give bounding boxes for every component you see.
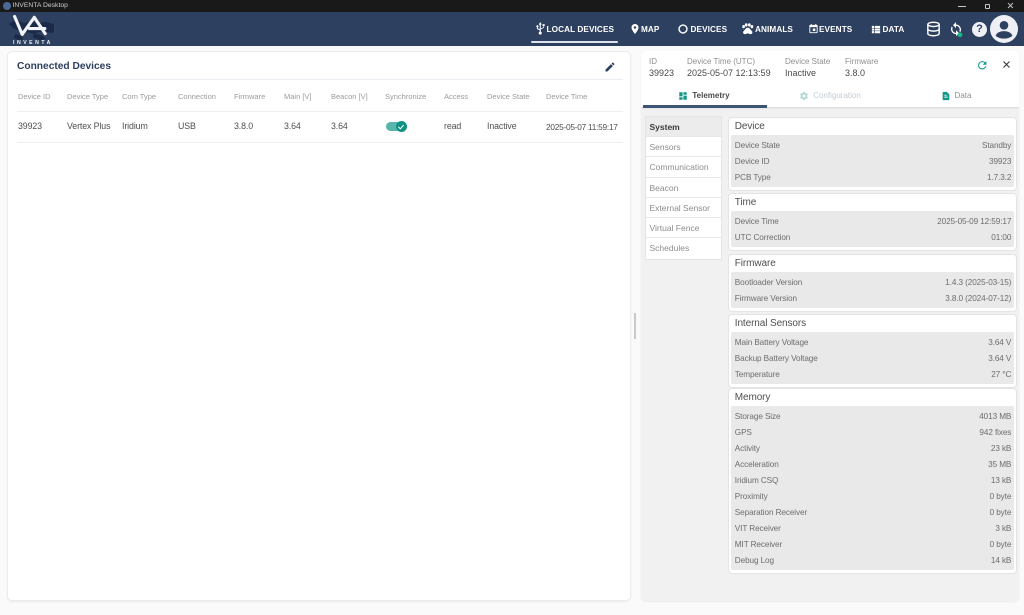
svg-text:INVENTA: INVENTA xyxy=(13,40,53,46)
